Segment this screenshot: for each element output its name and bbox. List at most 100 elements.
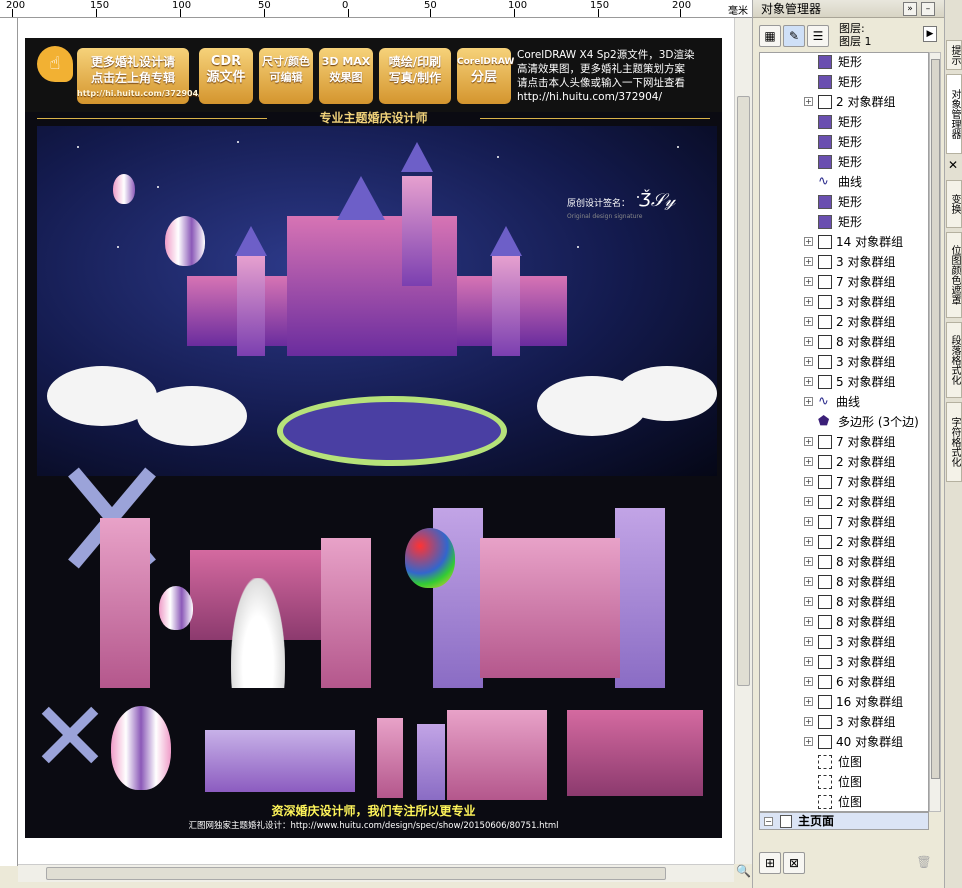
tree-row[interactable]: +2 对象群组 [760, 92, 928, 112]
tree-row[interactable]: 矩形 [760, 53, 928, 72]
tab-transform[interactable]: 变换 [946, 180, 962, 228]
tree-row[interactable]: +7 对象群组 [760, 512, 928, 532]
tab-character-format[interactable]: 字符格式化 [946, 402, 962, 482]
tree-scrollbar[interactable] [929, 52, 941, 812]
expand-icon[interactable]: + [804, 537, 813, 546]
master-page-row[interactable]: − 主页面 [759, 812, 929, 830]
tree-row[interactable]: +8 对象群组 [760, 612, 928, 632]
layer-manager-view-icon[interactable]: ☰ [807, 25, 829, 47]
tree-row-label: 2 对象群组 [836, 95, 896, 109]
tree-row[interactable]: +7 对象群组 [760, 272, 928, 292]
expand-icon[interactable]: + [804, 337, 813, 346]
panel-menu-icon[interactable]: » [903, 2, 917, 16]
vertical-ruler[interactable] [0, 18, 18, 866]
tab-bitmap-color-mask[interactable]: 位图颜色遮罩 [946, 232, 962, 318]
layer-flyout-arrow-icon[interactable]: ▶ [923, 26, 937, 42]
expand-icon[interactable]: + [804, 277, 813, 286]
expand-icon[interactable]: + [804, 677, 813, 686]
tree-row[interactable]: +3 对象群组 [760, 632, 928, 652]
tree-row[interactable]: 位图 [760, 792, 928, 811]
expand-icon[interactable]: + [804, 297, 813, 306]
expand-icon[interactable]: + [804, 697, 813, 706]
tree-row[interactable]: +8 对象群组 [760, 332, 928, 352]
tree-row[interactable]: +3 对象群组 [760, 652, 928, 672]
wedding-poster[interactable]: ☝ 更多婚礼设计请 点击左上角专辑 http://hi.huitu.com/37… [25, 38, 722, 838]
expand-icon[interactable]: + [804, 577, 813, 586]
expand-icon[interactable]: + [804, 377, 813, 386]
tree-row[interactable]: 位图 [760, 772, 928, 792]
print-badge: 喷绘/印刷 写真/制作 [379, 48, 451, 104]
expand-icon[interactable]: + [804, 397, 813, 406]
expand-icon[interactable]: + [804, 257, 813, 266]
expand-icon[interactable]: + [804, 717, 813, 726]
tree-row-label: 矩形 [838, 135, 863, 149]
tree-row[interactable]: +14 对象群组 [760, 232, 928, 252]
tab-object-manager[interactable]: 对象管理器 [946, 74, 962, 154]
scroll-thumb[interactable] [737, 96, 750, 686]
ruler-label: 150 [90, 0, 110, 11]
expand-icon[interactable]: + [804, 597, 813, 606]
expand-icon[interactable]: + [804, 617, 813, 626]
canvas-horizontal-scrollbar[interactable] [18, 864, 734, 882]
badge-line1: CorelDRAW [457, 57, 515, 67]
tree-row[interactable]: 位图 [760, 752, 928, 772]
tree-row[interactable]: +8 对象群组 [760, 572, 928, 592]
expand-icon[interactable]: + [804, 657, 813, 666]
tree-row[interactable]: +6 对象群组 [760, 672, 928, 692]
object-tree[interactable]: 矩形 矩形 +2 对象群组 矩形 矩形 矩形 ∿ 曲线 矩形 矩形 +14 对象群组 +3 对象群组 +… [759, 52, 929, 812]
tree-row[interactable]: 矩形 [760, 112, 928, 132]
expand-icon[interactable]: + [804, 97, 813, 106]
tree-row[interactable]: ∿ 曲线 [760, 172, 928, 192]
group-object-icon [818, 335, 832, 349]
tree-row[interactable]: 矩形 [760, 192, 928, 212]
expand-icon[interactable]: + [804, 457, 813, 466]
tab-paragraph-format[interactable]: 段落格式化 [946, 322, 962, 398]
delete-icon[interactable]: 🗑 [913, 852, 935, 874]
expand-icon[interactable]: + [804, 437, 813, 446]
expand-icon[interactable]: + [804, 357, 813, 366]
tree-row[interactable]: +3 对象群组 [760, 352, 928, 372]
expand-icon[interactable]: + [804, 477, 813, 486]
tree-row[interactable]: +2 对象群组 [760, 312, 928, 332]
collapse-icon[interactable]: − [764, 817, 773, 826]
tree-row[interactable]: +5 对象群组 [760, 372, 928, 392]
tree-row[interactable]: 矩形 [760, 152, 928, 172]
tree-row[interactable]: +7 对象群组 [760, 472, 928, 492]
show-properties-icon[interactable]: ▦ [759, 25, 781, 47]
scroll-thumb[interactable] [931, 59, 940, 779]
canvas-vertical-scrollbar[interactable] [734, 18, 752, 864]
tree-row[interactable]: +3 对象群组 [760, 252, 928, 272]
tree-row[interactable]: 矩形 [760, 72, 928, 92]
minimize-icon[interactable]: – [921, 2, 935, 16]
edit-across-layers-icon[interactable]: ✎ [783, 25, 805, 47]
tree-row[interactable]: +3 对象群组 [760, 712, 928, 732]
tree-row[interactable]: 矩形 [760, 212, 928, 232]
expand-icon[interactable]: + [804, 517, 813, 526]
new-layer-icon[interactable]: ⊞ [759, 852, 781, 874]
tree-row[interactable]: + ∿ 曲线 [760, 392, 928, 412]
close-icon[interactable]: ✕ [948, 158, 958, 172]
expand-icon[interactable]: + [804, 497, 813, 506]
tree-row[interactable]: +2 对象群组 [760, 492, 928, 512]
expand-icon[interactable]: + [804, 317, 813, 326]
tree-row[interactable]: +8 对象群组 [760, 552, 928, 572]
scroll-thumb[interactable] [46, 867, 666, 880]
new-master-layer-icon[interactable]: ⊠ [783, 852, 805, 874]
horizontal-ruler[interactable]: 200 150 100 50 0 50 100 150 200 [0, 0, 752, 18]
tree-row[interactable]: +2 对象群组 [760, 532, 928, 552]
expand-icon[interactable]: + [804, 637, 813, 646]
tree-row[interactable]: +7 对象群组 [760, 432, 928, 452]
tree-row[interactable]: ⬟ 多边形 (3个边) [760, 412, 928, 432]
expand-icon[interactable]: + [804, 237, 813, 246]
tab-hints[interactable]: 提示 [946, 40, 962, 70]
tree-row[interactable]: +3 对象群组 [760, 292, 928, 312]
tree-row[interactable]: +2 对象群组 [760, 452, 928, 472]
zoom-navigator-icon[interactable]: 🔍 [736, 864, 751, 880]
tree-row[interactable]: +8 对象群组 [760, 592, 928, 612]
tree-row[interactable]: +40 对象群组 [760, 732, 928, 752]
tree-row[interactable]: 矩形 [760, 132, 928, 152]
tree-row[interactable]: +16 对象群组 [760, 692, 928, 712]
expand-icon[interactable]: + [804, 737, 813, 746]
group-object-icon [818, 535, 832, 549]
expand-icon[interactable]: + [804, 557, 813, 566]
